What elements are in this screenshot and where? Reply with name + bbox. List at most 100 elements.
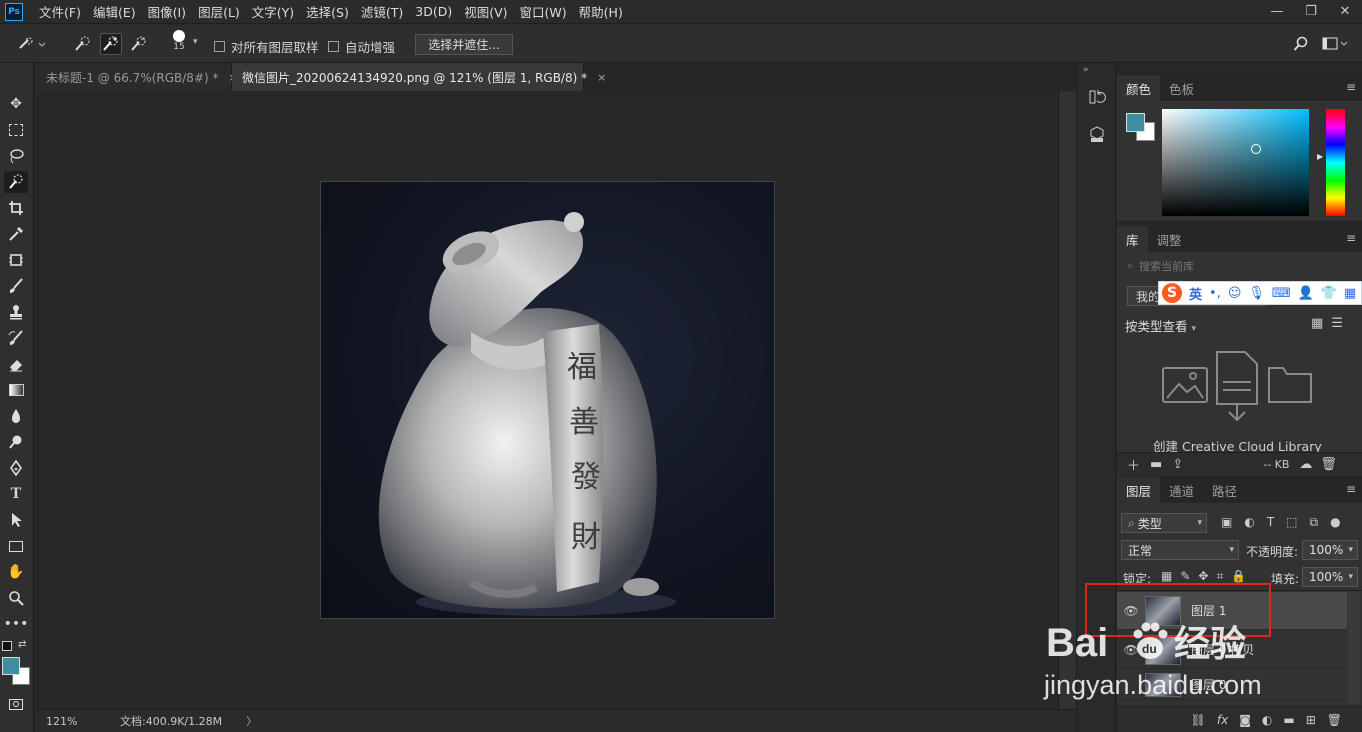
add-mask-icon[interactable]: ◙	[1239, 713, 1251, 727]
lock-image-icon[interactable]: ✎	[1180, 569, 1190, 584]
menu-window[interactable]: 窗口(W)	[514, 2, 573, 21]
tab-untitled-1[interactable]: 未标题-1 @ 66.7%(RGB/8#) * ×	[36, 63, 238, 91]
sync-cloud-icon[interactable]: ☁	[1299, 457, 1312, 472]
pen-tool-icon[interactable]	[4, 457, 28, 479]
close-tab-icon[interactable]: ×	[597, 71, 606, 84]
tab-layers[interactable]: 图层	[1117, 477, 1161, 503]
auto-enhance-option[interactable]: 自动增强	[328, 37, 395, 56]
tab-color[interactable]: 颜色	[1117, 75, 1161, 101]
quick-selection-tool-icon[interactable]	[4, 171, 28, 193]
sample-all-layers-option[interactable]: 对所有图层取样	[214, 37, 319, 56]
stamp-tool-icon[interactable]	[4, 301, 28, 323]
grid-view-icon[interactable]: ▦	[1311, 316, 1323, 331]
menu-file[interactable]: 文件(F)	[33, 2, 87, 21]
toolbox-icon[interactable]: ▦	[1344, 286, 1356, 301]
delete-layer-icon[interactable]: 🗑	[1327, 713, 1342, 727]
subtract-from-selection-icon[interactable]	[128, 33, 150, 55]
adjustment-filter-icon[interactable]: ◐	[1244, 515, 1254, 530]
menu-view[interactable]: 视图(V)	[458, 2, 513, 21]
blend-mode-select[interactable]: 正常 ▾	[1121, 540, 1239, 560]
visibility-eye-icon[interactable]: 👁	[1117, 643, 1145, 657]
eyedropper-tool-icon[interactable]	[4, 223, 28, 245]
expand-dock-icon[interactable]: »	[1083, 65, 1089, 75]
dodge-tool-icon[interactable]	[4, 431, 28, 453]
tab-adjustments[interactable]: 调整	[1148, 226, 1191, 252]
hue-slider[interactable]	[1326, 109, 1345, 216]
crop-tool-icon[interactable]	[4, 197, 28, 219]
gradient-tool-icon[interactable]	[4, 379, 28, 401]
panel-menu-icon[interactable]: ≡	[1346, 231, 1356, 245]
new-group-icon[interactable]: ▬	[1283, 713, 1294, 727]
library-search-input[interactable]: ⌕ 搜索当前库	[1117, 256, 1362, 276]
adjustment-layer-icon[interactable]: ◐	[1262, 713, 1272, 727]
folder-icon[interactable]: ▬	[1150, 457, 1162, 472]
hue-slider-handle[interactable]: ▶	[1317, 152, 1323, 161]
history-brush-tool-icon[interactable]	[4, 327, 28, 349]
add-to-selection-icon[interactable]	[100, 33, 122, 55]
new-layer-icon[interactable]: ⊞	[1306, 713, 1316, 727]
user-icon[interactable]: 👤	[1298, 286, 1314, 301]
frame-tool-icon[interactable]	[4, 249, 28, 271]
color-picker-cursor[interactable]	[1251, 144, 1261, 154]
panel-menu-icon[interactable]: ≡	[1346, 482, 1356, 496]
history-panel-icon[interactable]	[1085, 85, 1109, 109]
microphone-icon[interactable]: 🎙	[1248, 286, 1265, 301]
chevron-down-icon[interactable]: ▾	[193, 37, 198, 47]
ime-language-mode[interactable]: 英	[1189, 284, 1202, 303]
trash-icon[interactable]: 🗑	[1320, 457, 1337, 472]
minimize-button[interactable]: —	[1260, 0, 1294, 22]
layer-style-icon[interactable]: fx	[1217, 713, 1228, 727]
rectangle-tool-icon[interactable]	[4, 535, 28, 557]
vertical-scrollbar[interactable]	[1058, 91, 1076, 709]
panel-menu-icon[interactable]: ≡	[1346, 80, 1356, 94]
lock-all-icon[interactable]: 🔒	[1231, 569, 1246, 584]
marquee-tool-icon[interactable]	[4, 119, 28, 141]
opacity-input[interactable]: 100% ▾	[1302, 540, 1358, 560]
auto-enhance-checkbox[interactable]	[328, 41, 339, 52]
tab-paths[interactable]: 路径	[1203, 477, 1246, 503]
layer-filter-select[interactable]: ⌕ 类型 ▾	[1121, 513, 1207, 533]
layer-name[interactable]: 图层 0	[1191, 676, 1226, 693]
lock-transparency-icon[interactable]: ▦	[1161, 569, 1172, 584]
menu-edit[interactable]: 编辑(E)	[87, 2, 142, 21]
foreground-color-swatch[interactable]	[2, 657, 20, 675]
brush-size-picker[interactable]: 15	[168, 29, 190, 59]
tab-wechat-image[interactable]: 微信图片_20200624134920.png @ 121% (图层 1, RG…	[232, 63, 606, 91]
layers-scrollbar[interactable]	[1348, 592, 1360, 704]
sogou-logo[interactable]: S	[1162, 283, 1182, 303]
select-and-mask-button[interactable]: 选择并遮住...	[415, 34, 513, 55]
tool-preset-picker[interactable]	[14, 33, 50, 55]
layer-name[interactable]: 图层 0 拷贝	[1191, 641, 1254, 658]
menu-image[interactable]: 图像(I)	[142, 2, 192, 21]
properties-panel-icon[interactable]	[1085, 123, 1109, 147]
type-tool-icon[interactable]: T	[4, 483, 28, 505]
lasso-tool-icon[interactable]	[4, 145, 28, 167]
menu-type[interactable]: 文字(Y)	[246, 2, 300, 21]
menu-help[interactable]: 帮助(H)	[573, 2, 629, 21]
list-view-icon[interactable]: ☰	[1331, 316, 1343, 331]
foreground-color-swatch[interactable]	[1126, 113, 1145, 132]
smart-object-filter-icon[interactable]: ⧉	[1310, 515, 1319, 530]
menu-filter[interactable]: 滤镜(T)	[355, 2, 409, 21]
new-selection-icon[interactable]	[72, 33, 94, 55]
menu-3d[interactable]: 3D(D)	[409, 4, 458, 19]
emoji-icon[interactable]: ☺	[1228, 286, 1242, 301]
hand-tool-icon[interactable]: ✋	[4, 561, 28, 583]
status-menu-arrow[interactable]: 〉	[222, 713, 257, 729]
close-button[interactable]: ✕	[1328, 0, 1362, 22]
blur-tool-icon[interactable]	[4, 405, 28, 427]
document-canvas[interactable]: 福 善 發 財	[320, 181, 775, 619]
move-tool-icon[interactable]: ✥	[4, 93, 28, 115]
skin-icon[interactable]: 👕	[1321, 286, 1337, 301]
path-selection-tool-icon[interactable]	[4, 509, 28, 531]
keyboard-icon[interactable]: ⌨	[1272, 286, 1291, 301]
saturation-brightness-picker[interactable]	[1162, 109, 1309, 216]
view-by-type-dropdown[interactable]: 按类型查看 ▾	[1125, 316, 1196, 335]
add-content-icon[interactable]: ＋	[1127, 455, 1140, 474]
shape-filter-icon[interactable]: ⬚	[1286, 515, 1297, 530]
default-colors-icon[interactable]	[2, 641, 12, 651]
tab-libraries[interactable]: 库	[1117, 226, 1148, 252]
fill-input[interactable]: 100% ▾	[1302, 567, 1358, 587]
tab-swatches[interactable]: 色板	[1160, 75, 1203, 101]
eraser-tool-icon[interactable]	[4, 353, 28, 375]
